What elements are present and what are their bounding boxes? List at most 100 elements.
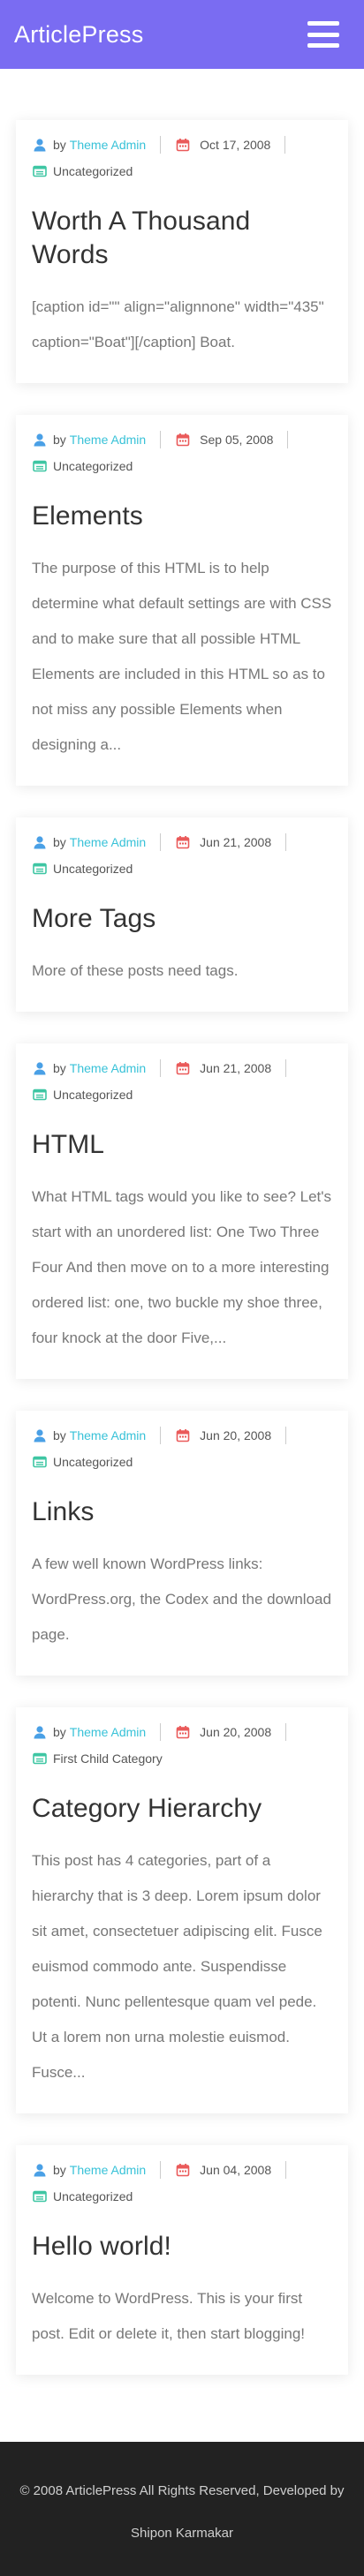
post-title[interactable]: Hello world! [32, 2230, 332, 2263]
post-category: Uncategorized [32, 1087, 133, 1103]
calendar-icon [175, 1427, 191, 1443]
post-author: by Theme Admin [32, 2162, 146, 2178]
date-text: Oct 17, 2008 [200, 138, 271, 152]
folder-icon [32, 163, 48, 179]
date-text: Jun 20, 2008 [200, 1725, 272, 1739]
post-author: by Theme Admin [32, 1060, 146, 1076]
hamburger-menu-icon[interactable] [307, 21, 339, 48]
calendar-icon [175, 137, 191, 153]
post-category: Uncategorized [32, 163, 133, 179]
post-date: Sep 05, 2008 [175, 432, 273, 448]
user-icon [32, 432, 48, 448]
folder-icon [32, 1751, 48, 1766]
category-link[interactable]: Uncategorized [53, 1088, 133, 1102]
folder-icon [32, 861, 48, 877]
post-author: by Theme Admin [32, 137, 146, 153]
date-text: Jun 21, 2008 [200, 835, 272, 849]
by-label: by [53, 433, 66, 447]
meta-divider [285, 2161, 287, 2179]
post-author: by Theme Admin [32, 1724, 146, 1740]
category-link[interactable]: Uncategorized [53, 459, 133, 473]
author-link[interactable]: Theme Admin [70, 138, 146, 152]
post-title[interactable]: More Tags [32, 902, 332, 936]
post-card: by Theme Admin Sep 05, 2008 Uncategorized El… [16, 415, 348, 786]
meta-divider [287, 431, 289, 448]
post-date: Jun 04, 2008 [175, 2162, 271, 2178]
author-link[interactable]: Theme Admin [70, 1725, 146, 1739]
post-category-row: Uncategorized [32, 1453, 332, 1471]
post-category-row: First Child Category [32, 1750, 332, 1767]
category-link[interactable]: Uncategorized [53, 2189, 133, 2203]
author-link[interactable]: Theme Admin [70, 433, 146, 447]
author-link[interactable]: Theme Admin [70, 835, 146, 849]
folder-icon [32, 1087, 48, 1103]
category-link[interactable]: Uncategorized [53, 862, 133, 876]
post-category: Uncategorized [32, 458, 133, 474]
post-title[interactable]: Category Hierarchy [32, 1792, 332, 1826]
by-label: by [53, 1428, 66, 1442]
post-category: Uncategorized [32, 1454, 133, 1470]
post-category-row: Uncategorized [32, 457, 332, 475]
post-card: by Theme Admin Jun 04, 2008 Uncategorized He… [16, 2145, 348, 2375]
post-title[interactable]: HTML [32, 1128, 332, 1162]
site-footer: © 2008 ArticlePress All Rights Reserved,… [0, 2442, 364, 2576]
site-title[interactable]: ArticlePress [14, 21, 143, 49]
meta-divider [284, 136, 286, 154]
meta-divider [160, 1059, 162, 1077]
calendar-icon [175, 1060, 191, 1076]
post-excerpt: [caption id="" align="alignnone" width="… [32, 298, 324, 350]
folder-icon [32, 1454, 48, 1470]
meta-divider [285, 1059, 287, 1077]
post-list: by Theme Admin Oct 17, 2008 Uncategorized Wo… [0, 69, 364, 2442]
category-link[interactable]: Uncategorized [53, 1455, 133, 1469]
meta-divider [160, 136, 162, 154]
post-meta: by Theme Admin Jun 20, 2008 [32, 1427, 332, 1444]
date-text: Sep 05, 2008 [200, 433, 274, 447]
author-link[interactable]: Theme Admin [70, 1061, 146, 1075]
post-meta: by Theme Admin Sep 05, 2008 [32, 431, 332, 448]
user-icon [32, 1724, 48, 1740]
meta-divider [285, 1427, 287, 1444]
user-icon [32, 834, 48, 850]
post-title[interactable]: Links [32, 1495, 332, 1529]
author-link[interactable]: Theme Admin [70, 2163, 146, 2177]
date-text: Jun 04, 2008 [200, 2163, 272, 2177]
post-card: by Theme Admin Jun 21, 2008 Uncategorized HT… [16, 1043, 348, 1379]
user-icon [32, 1060, 48, 1076]
post-category-row: Uncategorized [32, 2188, 332, 2205]
category-link[interactable]: Uncategorized [53, 164, 133, 178]
post-category: First Child Category [32, 1751, 163, 1766]
folder-icon [32, 458, 48, 474]
post-meta: by Theme Admin Jun 20, 2008 [32, 1723, 332, 1741]
post-category-row: Uncategorized [32, 860, 332, 877]
post-title[interactable]: Worth A Thousand Words [32, 205, 332, 272]
footer-copyright: © 2008 ArticlePress All Rights Reserved,… [19, 2483, 345, 2498]
post-author: by Theme Admin [32, 432, 146, 448]
post-date: Jun 21, 2008 [175, 1060, 271, 1076]
post-author: by Theme Admin [32, 1427, 146, 1443]
post-title[interactable]: Elements [32, 500, 332, 533]
post-category: Uncategorized [32, 2188, 133, 2204]
post-meta: by Theme Admin Jun 21, 2008 [32, 1059, 332, 1077]
date-text: Jun 21, 2008 [200, 1061, 272, 1075]
post-meta: by Theme Admin Oct 17, 2008 [32, 136, 332, 154]
by-label: by [53, 2163, 66, 2177]
post-excerpt: More of these posts need tags. [32, 962, 239, 979]
post-card: by Theme Admin Jun 20, 2008 Uncategorized Li… [16, 1411, 348, 1676]
post-category: Uncategorized [32, 861, 133, 877]
meta-divider [160, 1723, 162, 1741]
author-link[interactable]: Theme Admin [70, 1428, 146, 1442]
meta-divider [160, 2161, 162, 2179]
site-header: ArticlePress [0, 0, 364, 69]
post-author: by Theme Admin [32, 834, 146, 850]
post-card: by Theme Admin Jun 21, 2008 Uncategorized Mo… [16, 817, 348, 1012]
by-label: by [53, 1061, 66, 1075]
date-text: Jun 20, 2008 [200, 1428, 272, 1442]
by-label: by [53, 138, 66, 152]
category-link[interactable]: First Child Category [53, 1751, 163, 1766]
post-excerpt: This post has 4 categories, part of a hi… [32, 1852, 322, 2081]
post-meta: by Theme Admin Jun 04, 2008 [32, 2161, 332, 2179]
post-date: Jun 20, 2008 [175, 1427, 271, 1443]
footer-developer-link[interactable]: Shipon Karmakar [131, 2526, 233, 2541]
by-label: by [53, 835, 66, 849]
